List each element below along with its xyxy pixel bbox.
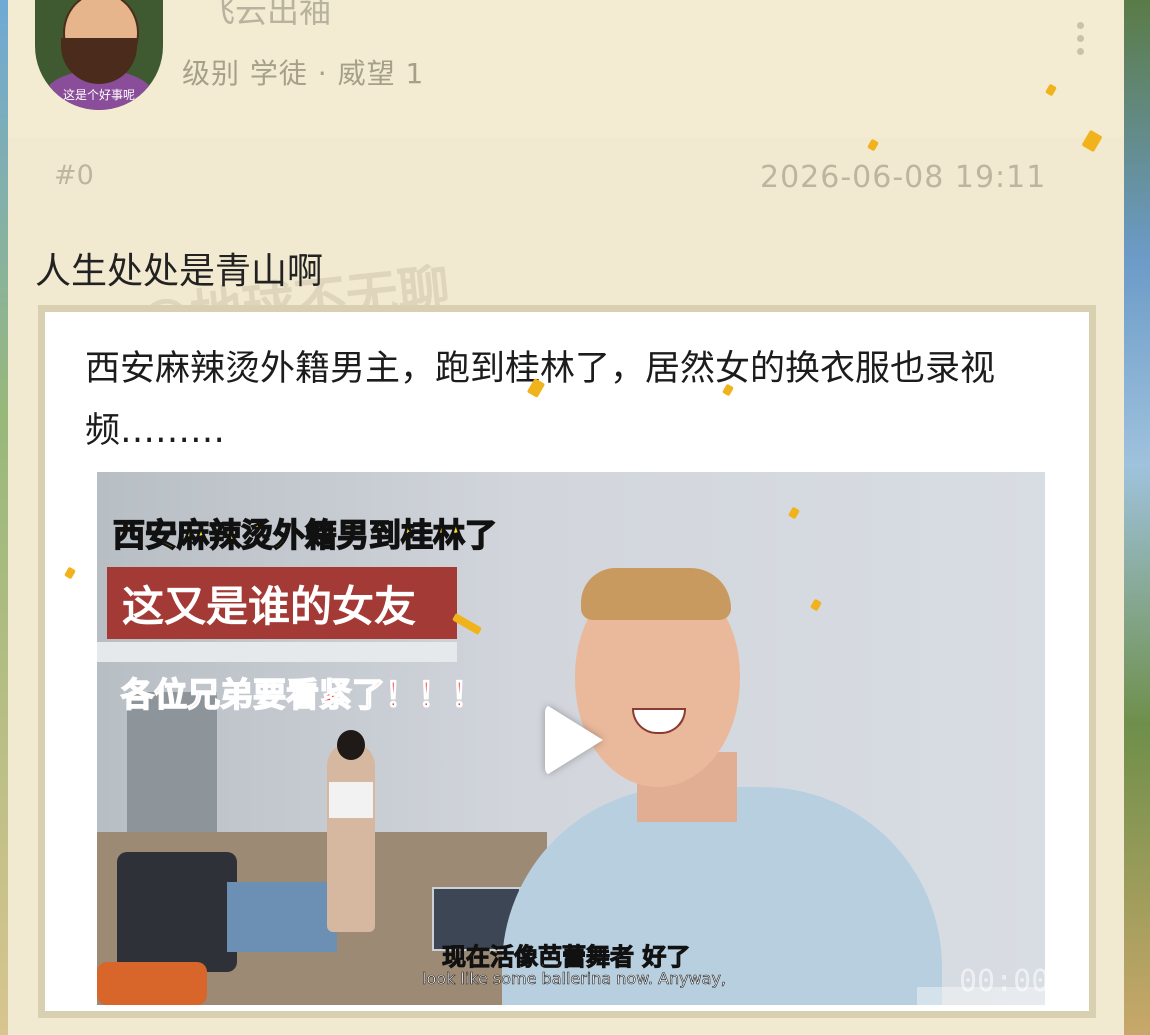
video-bag [97, 962, 207, 1005]
video-time: 00:00 [959, 964, 1045, 999]
video-man-hair [581, 568, 731, 620]
video-caption-box-text: 这又是谁的女友 [122, 582, 417, 631]
post-header: 这是个好事呢 飞云出袖 级别 学徒 · 威望 1 [8, 0, 1124, 137]
video-subtitle-en: look like some ballerina now. Anyway, [422, 969, 727, 989]
video-box [227, 882, 337, 952]
video-subtitle-cn: 现在活像芭蕾舞者 好了 [441, 943, 691, 972]
background-right [1124, 0, 1150, 1035]
more-options-icon[interactable] [1074, 22, 1086, 62]
username[interactable]: 飞云出袖 [203, 0, 331, 32]
avatar-caption: 这是个好事呢 [62, 88, 135, 102]
floor-number: #0 [54, 160, 94, 191]
video-caption-red: 各位兄弟要看紧了！！！ [120, 674, 485, 715]
quoted-post-card[interactable]: 西安麻辣烫外籍男主，跑到桂林了，居然女的换衣服也录视频……… 西安麻辣烫外籍男到… [38, 305, 1096, 1018]
background-left [0, 0, 8, 1035]
post-timestamp: 2026-06-08 19:11 [760, 160, 1047, 195]
post-panel: 这是个好事呢 飞云出袖 级别 学徒 · 威望 1 #0 2026-06-08 1… [8, 0, 1124, 1035]
video-caption-title: 西安麻辣烫外籍男到桂林了 [112, 515, 498, 555]
video-ceiling [97, 642, 457, 662]
post-text: 人生处处是青山啊 [35, 251, 324, 292]
quoted-post-text: 西安麻辣烫外籍男主，跑到桂林了，居然女的换衣服也录视频……… [85, 349, 996, 451]
video-chair [117, 852, 237, 972]
user-level: 级别 学徒 · 威望 1 [182, 57, 425, 90]
video-woman [327, 730, 375, 932]
play-icon[interactable] [545, 704, 603, 776]
video-player[interactable]: 西安麻辣烫外籍男到桂林了 这又是谁的女友 各位兄弟要看紧了！！！ 现在活像芭蕾舞… [97, 472, 1045, 1005]
avatar[interactable]: 这是个好事呢 [35, 0, 163, 110]
